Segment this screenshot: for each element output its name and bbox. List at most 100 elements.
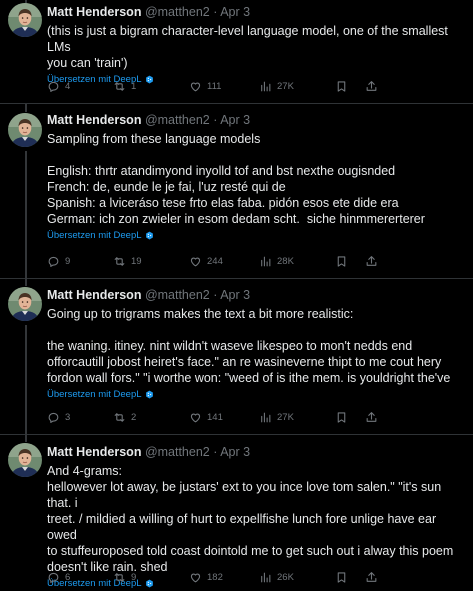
repost-button[interactable]: 19 [113,255,189,268]
tweet-actions: 6 9 182 26K [47,569,457,585]
view-count: 27K [277,411,294,423]
reply-icon [47,411,60,424]
author-name[interactable]: Matt Henderson [47,113,141,127]
deepl-logo-icon [145,390,154,399]
tweet-actions: 4 1 111 27K [47,78,457,94]
tweet[interactable]: Matt Henderson @matthen2 · Apr 3 (this i… [0,0,473,104]
repost-button[interactable]: 1 [113,80,189,93]
author-handle[interactable]: @matthen2 [145,5,210,19]
bookmark-icon [335,255,348,268]
reply-button[interactable]: 9 [47,255,113,268]
tweet-line: German: ich zon zwieler in esom dedam sc… [47,212,425,226]
share-button[interactable] [365,411,385,424]
author-name[interactable]: Matt Henderson [47,5,141,19]
author-name[interactable]: Matt Henderson [47,445,141,459]
tweet-header: Matt Henderson @matthen2 · Apr 3 [47,287,465,303]
heart-icon [189,571,202,584]
heart-icon [189,255,202,268]
repost-count: 9 [131,571,137,583]
tweet-date[interactable]: Apr 3 [220,5,250,19]
tweet-line: Sampling from these language models [47,132,261,146]
like-count: 182 [207,571,223,583]
reply-button[interactable]: 4 [47,80,113,93]
views-chart-icon [259,571,272,584]
reply-count: 4 [65,80,71,92]
like-button[interactable]: 182 [189,571,259,584]
reply-count: 3 [65,411,71,423]
like-button[interactable]: 244 [189,255,259,268]
author-handle[interactable]: @matthen2 [145,288,210,302]
separator: · [213,5,218,19]
like-count: 141 [207,411,223,423]
translate-label[interactable]: Übersetzen mit DeepL [47,230,142,241]
tweet[interactable]: Matt Henderson @matthen2 · Apr 3 And 4-g… [0,435,473,591]
tweet-date[interactable]: Apr 3 [220,113,250,127]
bookmark-button[interactable] [335,411,365,424]
thread-line [25,279,27,286]
repost-button[interactable]: 2 [113,411,189,424]
tweet-line: French: de, eunde le je fai, l'uz resté … [47,180,286,194]
reply-icon [47,80,60,93]
repost-icon [113,571,126,584]
repost-count: 19 [131,255,142,267]
avatar[interactable] [8,287,42,321]
view-count: 28K [277,255,294,267]
tweet-line: (this is just a bigram character-level l… [47,24,452,54]
translate-link[interactable]: Übersetzen mit DeepL [47,389,465,400]
share-button[interactable] [365,255,385,268]
avatar[interactable] [8,113,42,147]
share-button[interactable] [365,80,385,93]
views-chart-icon [259,255,272,268]
views-button[interactable]: 27K [259,80,335,93]
views-chart-icon [259,411,272,424]
views-button[interactable]: 27K [259,411,335,424]
bookmark-icon [335,411,348,424]
reply-button[interactable]: 6 [47,571,113,584]
tweet-thread: Matt Henderson @matthen2 · Apr 3 (this i… [0,0,473,591]
tweet-line: Going up to trigrams makes the text a bi… [47,307,354,321]
views-chart-icon [259,80,272,93]
bookmark-button[interactable] [335,255,365,268]
thread-line [25,325,27,435]
translate-link[interactable]: Übersetzen mit DeepL [47,230,465,241]
author-handle[interactable]: @matthen2 [145,445,210,459]
bookmark-button[interactable] [335,571,365,584]
avatar[interactable] [8,3,42,37]
thread-line [25,435,27,442]
repost-button[interactable]: 9 [113,571,189,584]
tweet-date[interactable]: Apr 3 [220,288,250,302]
tweet[interactable]: Matt Henderson @matthen2 · Apr 3 Samplin… [0,104,473,279]
share-button[interactable] [365,571,385,584]
tweet-header: Matt Henderson @matthen2 · Apr 3 [47,4,465,20]
tweet-text: And 4-grams: hellowever lot away, be jus… [47,463,465,575]
separator: · [213,445,218,459]
thread-line [25,104,27,112]
author-handle[interactable]: @matthen2 [145,113,210,127]
tweet-line: offorcautill jobost heiret's face." an r… [47,355,442,369]
tweet[interactable]: Matt Henderson @matthen2 · Apr 3 Going u… [0,279,473,435]
tweet-header: Matt Henderson @matthen2 · Apr 3 [47,444,465,460]
avatar[interactable] [8,443,42,477]
view-count: 27K [277,80,294,92]
reply-icon [47,255,60,268]
views-button[interactable]: 28K [259,255,335,268]
translate-label[interactable]: Übersetzen mit DeepL [47,389,142,400]
views-button[interactable]: 26K [259,571,335,584]
bookmark-button[interactable] [335,80,365,93]
tweet-date[interactable]: Apr 3 [220,445,250,459]
author-name[interactable]: Matt Henderson [47,288,141,302]
bookmark-icon [335,571,348,584]
reply-button[interactable]: 3 [47,411,113,424]
share-icon [365,255,378,268]
tweet-line: English: thrtr atandimyond inyolld tof a… [47,164,396,178]
heart-icon [189,411,202,424]
repost-icon [113,411,126,424]
like-button[interactable]: 141 [189,411,259,424]
repost-count: 2 [131,411,137,423]
reply-count: 9 [65,255,71,267]
tweet-line: And 4-grams: [47,464,123,478]
deepl-logo-icon [145,231,154,240]
tweet-header: Matt Henderson @matthen2 · Apr 3 [47,112,465,128]
repost-icon [113,80,126,93]
like-button[interactable]: 111 [189,80,259,93]
